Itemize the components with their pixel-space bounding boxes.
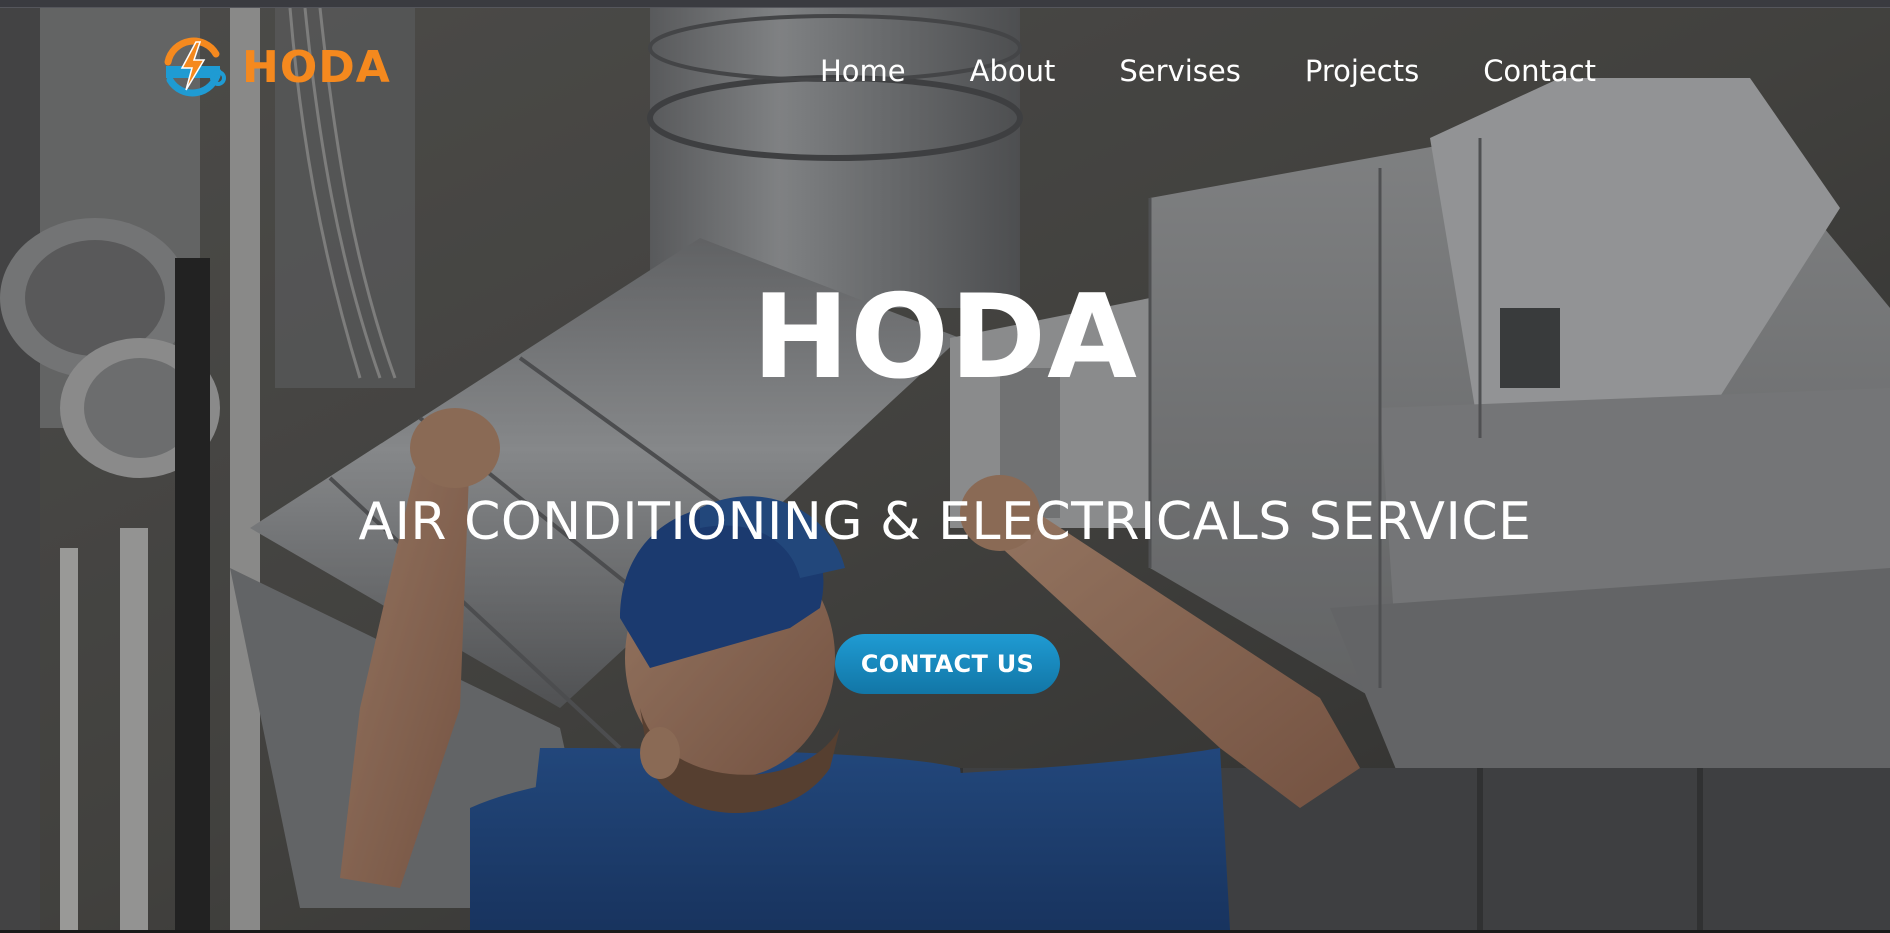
hero-subtitle: AIR CONDITIONING & ELECTRICALS SERVICE bbox=[358, 492, 1532, 552]
nav-home[interactable]: Home bbox=[820, 54, 906, 88]
lightning-wrench-icon bbox=[164, 37, 226, 97]
contact-us-button[interactable]: CONTACT US bbox=[835, 634, 1060, 694]
hero-section: HODA Home About Servises Projects Contac… bbox=[0, 8, 1890, 930]
hero-overlay bbox=[0, 8, 1890, 930]
browser-top-strip bbox=[0, 0, 1890, 8]
nav-projects[interactable]: Projects bbox=[1305, 54, 1419, 88]
hero-title: HODA bbox=[752, 270, 1138, 405]
main-navigation: Home About Servises Projects Contact bbox=[820, 54, 1596, 88]
nav-contact[interactable]: Contact bbox=[1483, 54, 1596, 88]
nav-about[interactable]: About bbox=[970, 54, 1056, 88]
nav-services[interactable]: Servises bbox=[1119, 54, 1240, 88]
brand-name: HODA bbox=[242, 41, 391, 93]
site-logo[interactable]: HODA bbox=[158, 32, 391, 102]
